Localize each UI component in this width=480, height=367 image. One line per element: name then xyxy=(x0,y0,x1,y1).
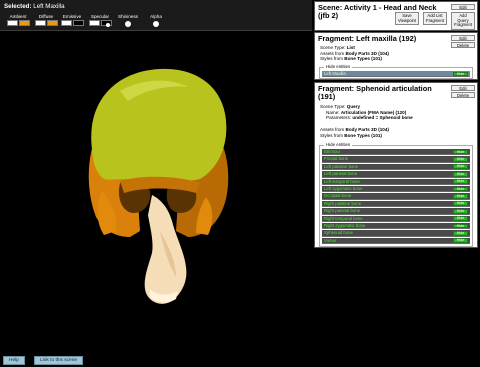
entity-row[interactable]: Occipital bone Hide xyxy=(322,193,470,200)
entity-name: Vomer xyxy=(324,237,337,243)
entity-name: Right palatine bone xyxy=(324,200,362,206)
color-swatch[interactable] xyxy=(60,20,72,26)
material-label: Emissive xyxy=(62,14,82,19)
fragment-query-entities: Hide entities Ethmoid Hide Frontal bone Hid… xyxy=(319,142,473,247)
material-group-4: Shininess xyxy=(114,14,142,27)
color-swatch[interactable] xyxy=(72,20,84,26)
entity-row[interactable]: Frontal bone Hide xyxy=(322,156,470,163)
color-swatch[interactable] xyxy=(88,20,100,26)
entity-row[interactable]: Vomer Hide xyxy=(322,237,470,245)
swatch-row xyxy=(32,20,60,26)
material-group-5: Alpha xyxy=(142,14,170,27)
entity-row[interactable]: Left zygomatic bone Hide xyxy=(322,186,470,193)
selected-value: Left Maxilla xyxy=(33,3,65,10)
color-swatch[interactable] xyxy=(46,20,58,26)
fragment-query-edit-button[interactable]: Edit xyxy=(451,85,475,91)
entity-name: Left Maxilla xyxy=(324,71,346,76)
swatch-row xyxy=(58,20,86,26)
entity-name: Right zygomatic bone xyxy=(324,223,366,228)
entity-row[interactable]: Left temporal bone Hide xyxy=(322,178,470,185)
fragment-query-sources: Assets from Body Parts 3D (104) Styles f… xyxy=(320,127,389,138)
fragment-list-delete-button[interactable]: Delete xyxy=(451,42,475,48)
hide-entity-button[interactable]: Hide xyxy=(453,208,468,214)
hide-entity-button[interactable]: Hide xyxy=(453,171,468,177)
fragment-list-title: Fragment: Left maxilla (192) xyxy=(318,34,417,43)
swatch-row xyxy=(4,20,32,26)
slider-knob-icon[interactable] xyxy=(125,21,131,27)
material-label: Diffuse xyxy=(38,14,54,19)
material-group-1: Diffuse xyxy=(32,14,60,26)
hide-entity-button[interactable]: Hide xyxy=(453,186,468,192)
fragment-query-title: Fragment: Sphenoid articulation (191) xyxy=(318,84,432,102)
selected-indicator: Selected: Left Maxilla xyxy=(4,3,65,10)
entity-row[interactable]: Ethmoid Hide xyxy=(322,149,470,156)
entity-name: Right temporal bone xyxy=(324,215,363,221)
hide-entity-button[interactable]: Hide xyxy=(453,230,468,236)
hide-entity-button[interactable]: Hide xyxy=(453,71,468,77)
fragment-query-card: Fragment: Sphenoid articulation (191) Ed… xyxy=(314,82,478,248)
entity-row[interactable]: Right palatine bone Hide xyxy=(322,200,470,208)
entity-name: Left parietal bone xyxy=(324,171,358,177)
skull-model[interactable] xyxy=(0,31,312,357)
entity-row[interactable]: Sphenoid bone Hide xyxy=(322,230,470,237)
entity-name: Left zygomatic bone xyxy=(324,186,363,191)
entity-name: Right parietal bone xyxy=(324,208,361,214)
hide-entity-button[interactable]: Hide xyxy=(453,193,468,199)
entity-name: Sphenoid bone xyxy=(324,230,353,236)
entity-name: Left temporal bone xyxy=(324,178,360,184)
link-to-scene-button[interactable]: Link to this scene xyxy=(34,356,84,365)
material-label: Shininess xyxy=(118,14,138,19)
hide-entities-label: Hide entities xyxy=(324,64,353,69)
hide-entity-button[interactable]: Hide xyxy=(453,149,468,155)
fragment-list-info: Scene Type: List Assets from Body Parts … xyxy=(320,45,389,62)
hide-entity-button[interactable]: Hide xyxy=(453,216,468,221)
fragment-list-edit-button[interactable]: Edit xyxy=(451,35,475,41)
color-swatch[interactable] xyxy=(34,20,46,26)
scene-panel: Scene: Activity 1 - Head and Neck (jfb 2… xyxy=(314,0,480,250)
hide-entity-button[interactable]: Hide xyxy=(453,164,468,170)
entity-row[interactable]: Left palatine bone Hide xyxy=(322,163,470,171)
help-button[interactable]: Help xyxy=(3,356,25,365)
material-toolbar: Selected: Left Maxilla Ambient Diffuse Emi… xyxy=(0,0,312,31)
selected-label: Selected: xyxy=(4,3,32,10)
fragment-query-info: Scene Type: Query Name: Articulation (FM… xyxy=(320,104,413,121)
hide-entity-button[interactable]: Hide xyxy=(453,201,468,207)
slider-knob-icon[interactable] xyxy=(106,23,110,27)
entity-row[interactable]: Right parietal bone Hide xyxy=(322,208,470,215)
entity-row[interactable]: Left Maxilla Hide xyxy=(322,71,470,78)
3d-viewport[interactable] xyxy=(0,31,312,357)
fragment-list-entities: Hide entities Left Maxilla Hide xyxy=(319,64,473,79)
color-swatch[interactable] xyxy=(18,20,30,26)
fragment-query-delete-button[interactable]: Delete xyxy=(451,92,475,98)
scene-edit-button[interactable]: Edit xyxy=(451,4,475,10)
hide-entity-button[interactable]: Hide xyxy=(453,156,468,162)
material-group-2: Emissive xyxy=(58,14,86,26)
save-viewpoint-button[interactable]: Save Viewpoint xyxy=(395,12,419,25)
material-label: Alpha xyxy=(150,14,162,19)
material-group-0: Ambient xyxy=(4,14,32,26)
add-query-fragment-button[interactable]: Add Query Fragment xyxy=(451,12,475,30)
color-swatch[interactable] xyxy=(6,20,18,26)
entity-name: Left palatine bone xyxy=(324,163,359,169)
entity-row[interactable]: Right temporal bone Hide xyxy=(322,215,470,222)
add-list-fragment-button[interactable]: Add List Fragment xyxy=(423,12,447,25)
material-group-3: Specular xyxy=(86,14,114,27)
slider-knob-icon[interactable] xyxy=(153,21,159,27)
hide-entity-button[interactable]: Hide xyxy=(453,179,468,184)
material-label: Specular xyxy=(90,14,110,19)
hide-entity-button[interactable]: Hide xyxy=(453,223,468,229)
material-label: Ambient xyxy=(9,14,27,19)
entity-row[interactable]: Left parietal bone Hide xyxy=(322,171,470,178)
entity-name: Occipital bone xyxy=(324,193,352,199)
entity-row[interactable]: Right zygomatic bone Hide xyxy=(322,223,470,230)
entity-name: Frontal bone xyxy=(324,156,349,162)
hide-entity-button[interactable]: Hide xyxy=(453,238,468,244)
scene-card: Scene: Activity 1 - Head and Neck (jfb 2… xyxy=(314,1,478,31)
entity-name: Ethmoid xyxy=(324,149,340,154)
hide-entities-label: Hide entities xyxy=(324,142,353,147)
fragment-list-card: Fragment: Left maxilla (192) Edit Delete… xyxy=(314,32,478,80)
